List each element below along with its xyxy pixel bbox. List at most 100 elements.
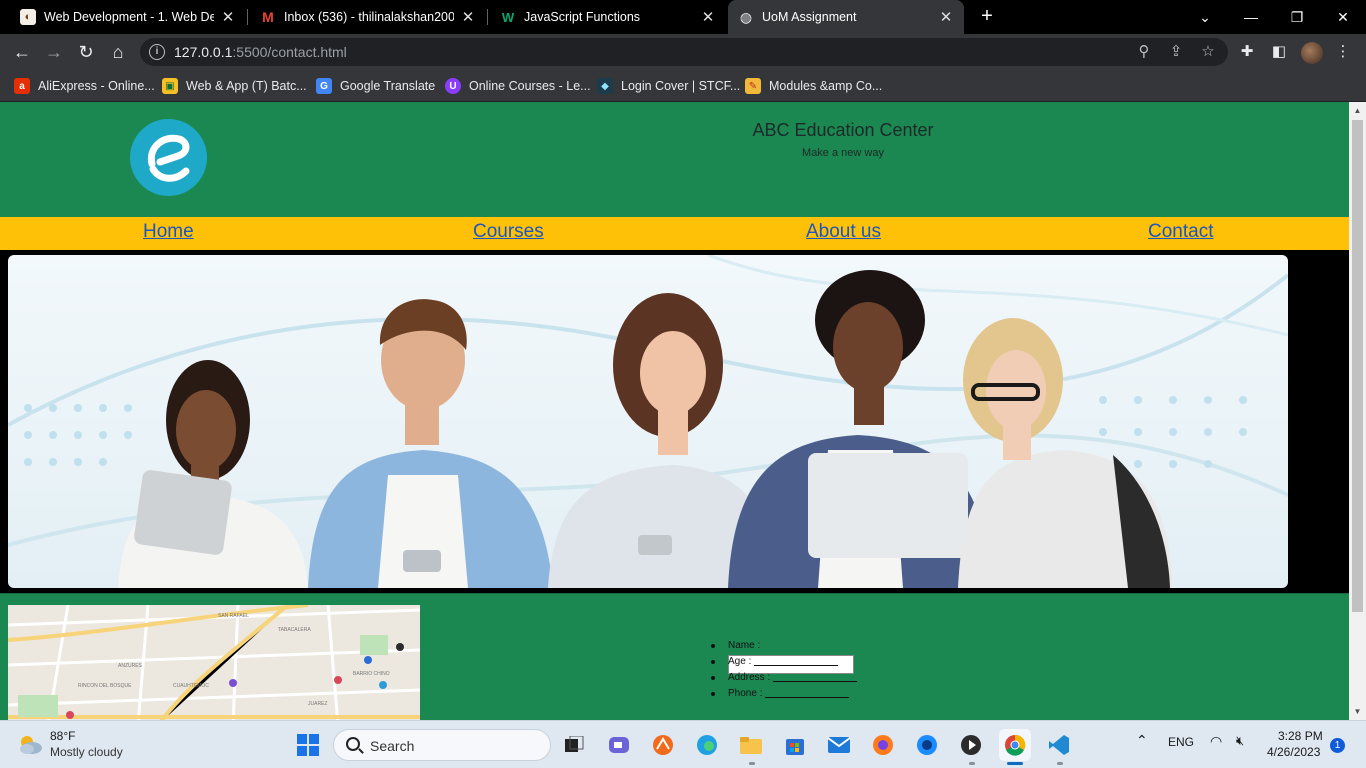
site-info-icon[interactable]: i bbox=[149, 44, 165, 60]
tab-javascript-functions[interactable]: W JavaScript Functions ✕ bbox=[490, 0, 726, 34]
bookmark-google-translate[interactable]: G Google Translate bbox=[316, 76, 435, 96]
microsoft-store-icon[interactable] bbox=[779, 729, 811, 761]
bookmark-online-courses[interactable]: U Online Courses - Le... bbox=[445, 76, 591, 96]
profile-avatar[interactable] bbox=[1301, 42, 1323, 64]
age-field[interactable] bbox=[754, 656, 839, 667]
close-window-button[interactable]: ✕ bbox=[1320, 0, 1366, 34]
wifi-icon[interactable]: ◠ bbox=[1210, 733, 1222, 750]
site-tagline: Make a new way bbox=[802, 147, 884, 159]
browser-tab-bar: ◐ Web Development - 1. Web Desi ✕ M Inbo… bbox=[0, 0, 1366, 34]
forward-arrow-icon[interactable]: → bbox=[42, 40, 66, 64]
reload-icon[interactable]: ↻ bbox=[74, 40, 98, 64]
zoom-icon[interactable]: ⚲ bbox=[1135, 43, 1153, 61]
menu-kebab-icon[interactable]: ⋮ bbox=[1333, 42, 1353, 62]
bookmark-star-icon[interactable]: ☆ bbox=[1199, 43, 1217, 61]
task-view-icon[interactable] bbox=[558, 729, 590, 761]
udemy-favicon-icon: ◐ bbox=[20, 9, 36, 25]
contact-form: Name : Age : Address : Phone : bbox=[710, 638, 858, 702]
close-tab-icon[interactable]: ✕ bbox=[938, 8, 954, 26]
page-scrollbar[interactable]: ▲ ▼ bbox=[1349, 102, 1366, 720]
site-nav: Home Courses About us Contact bbox=[0, 217, 1349, 250]
site-logo[interactable] bbox=[130, 119, 207, 196]
bookmarks-bar: a AliExpress - Online... ▣ Web & App (T)… bbox=[0, 70, 1366, 102]
teams-chat-icon[interactable] bbox=[603, 729, 635, 761]
weather-condition[interactable]: Mostly cloudy bbox=[50, 745, 123, 759]
nav-link-contact[interactable]: Contact bbox=[1148, 221, 1213, 243]
mail-icon[interactable] bbox=[823, 729, 855, 761]
form-item-age: Age : bbox=[710, 654, 857, 670]
scroll-down-arrow-icon[interactable]: ▼ bbox=[1349, 703, 1366, 720]
volume-muted-icon[interactable]: 🔇︎ bbox=[1236, 733, 1244, 749]
windows-taskbar: 88°F Mostly cloudy Search ⌃ ENG ◠ 🔇︎ 3:2… bbox=[0, 720, 1366, 768]
map-label: SAN RAFAEL bbox=[218, 613, 249, 619]
bookmark-web-app-batch[interactable]: ▣ Web & App (T) Batc... bbox=[162, 76, 307, 96]
map-label: CUAUHTEMOC bbox=[173, 683, 209, 689]
firefox-icon[interactable] bbox=[867, 729, 899, 761]
edge-browser-icon[interactable] bbox=[691, 729, 723, 761]
weather-temperature[interactable]: 88°F bbox=[50, 729, 75, 743]
language-indicator[interactable]: ENG bbox=[1168, 735, 1194, 749]
bookmark-modules[interactable]: ✎ Modules &amp Co... bbox=[745, 76, 882, 96]
close-tab-icon[interactable]: ✕ bbox=[460, 8, 476, 26]
form-item-phone: Phone : bbox=[710, 686, 857, 702]
map-label: RINCON DEL BOSQUE bbox=[78, 683, 132, 689]
minimize-button[interactable]: — bbox=[1228, 0, 1274, 34]
side-panel-icon[interactable]: ◧ bbox=[1269, 42, 1289, 62]
phone-label: Phone : bbox=[728, 688, 763, 699]
tab-web-development[interactable]: ◐ Web Development - 1. Web Desi ✕ bbox=[10, 0, 246, 34]
address-label: Address : bbox=[728, 672, 771, 683]
nav-link-about-us[interactable]: About us bbox=[806, 221, 881, 243]
tab-uom-assignment[interactable]: ◍ UoM Assignment ✕ bbox=[728, 0, 964, 34]
hero-students-image bbox=[8, 255, 1288, 588]
share-icon[interactable]: ⇪ bbox=[1167, 43, 1185, 61]
scrollbar-thumb[interactable] bbox=[1352, 120, 1363, 612]
notification-badge[interactable]: 1 bbox=[1330, 738, 1345, 753]
clock-time[interactable]: 3:28 PM bbox=[1278, 729, 1323, 743]
site-title: ABC Education Center bbox=[752, 120, 934, 140]
address-field[interactable] bbox=[773, 672, 858, 683]
form-item-address: Address : bbox=[710, 670, 858, 686]
extensions-puzzle-icon[interactable]: ✚ bbox=[1237, 42, 1257, 62]
firefox-dev-icon[interactable] bbox=[911, 729, 943, 761]
translate-icon: G bbox=[316, 78, 332, 94]
show-hidden-icons-chevron-icon[interactable]: ⌃ bbox=[1136, 732, 1148, 749]
phone-field[interactable] bbox=[765, 688, 850, 699]
taskbar-search[interactable]: Search bbox=[333, 729, 551, 761]
w3schools-icon: W bbox=[501, 9, 515, 25]
browser-toolbar: ← → ↻ ⌂ i 127.0.0.1:5500/contact.html ⚲ … bbox=[0, 34, 1366, 70]
clock-date[interactable]: 4/26/2023 bbox=[1267, 745, 1320, 759]
vscode-icon[interactable] bbox=[1043, 729, 1075, 761]
site-header: ABC Education Center Make a new way bbox=[0, 102, 1349, 217]
nav-link-courses[interactable]: Courses bbox=[473, 221, 544, 243]
restore-button[interactable]: ❐ bbox=[1274, 0, 1320, 34]
weather-cloudy-icon[interactable] bbox=[16, 733, 44, 755]
tab-gmail-inbox[interactable]: M Inbox (536) - thilinalakshan20002 ✕ bbox=[250, 0, 486, 34]
scroll-up-arrow-icon[interactable]: ▲ bbox=[1349, 102, 1366, 119]
bookmark-aliexpress[interactable]: a AliExpress - Online... bbox=[14, 76, 155, 96]
close-tab-icon[interactable]: ✕ bbox=[700, 8, 716, 26]
map-label: JUAREZ bbox=[308, 701, 327, 707]
back-arrow-icon[interactable]: ← bbox=[10, 40, 34, 64]
name-label: Name : bbox=[728, 640, 761, 651]
address-bar[interactable]: i 127.0.0.1:5500/contact.html ⚲ ⇪ ☆ bbox=[140, 38, 1228, 66]
media-player-icon[interactable] bbox=[955, 729, 987, 761]
location-map[interactable]: SAN RAFAEL TABACALERA ANZURES RINCON DEL… bbox=[8, 605, 420, 720]
page-viewport: ABC Education Center Make a new way Home… bbox=[0, 102, 1349, 720]
aliexpress-icon: a bbox=[14, 78, 30, 94]
app-orange-icon[interactable] bbox=[647, 729, 679, 761]
stcf-icon: ◆ bbox=[597, 78, 613, 94]
nav-link-home[interactable]: Home bbox=[143, 221, 194, 243]
map-label: ANZURES bbox=[118, 663, 143, 669]
form-item-name: Name : bbox=[710, 638, 857, 674]
file-explorer-icon[interactable] bbox=[735, 729, 767, 761]
age-label: Age : bbox=[728, 656, 752, 667]
chrome-icon[interactable] bbox=[999, 729, 1031, 761]
start-windows-icon[interactable] bbox=[292, 729, 324, 761]
tab-search-chevron-icon[interactable]: ⌄ bbox=[1182, 0, 1228, 34]
home-icon[interactable]: ⌂ bbox=[106, 40, 130, 64]
udemy-icon: U bbox=[445, 78, 461, 94]
bookmark-login-cover[interactable]: ◆ Login Cover | STCF... bbox=[597, 76, 740, 96]
new-tab-button[interactable]: + bbox=[976, 5, 998, 27]
close-tab-icon[interactable]: ✕ bbox=[220, 8, 236, 26]
url-text: 127.0.0.1:5500/contact.html bbox=[174, 44, 347, 60]
